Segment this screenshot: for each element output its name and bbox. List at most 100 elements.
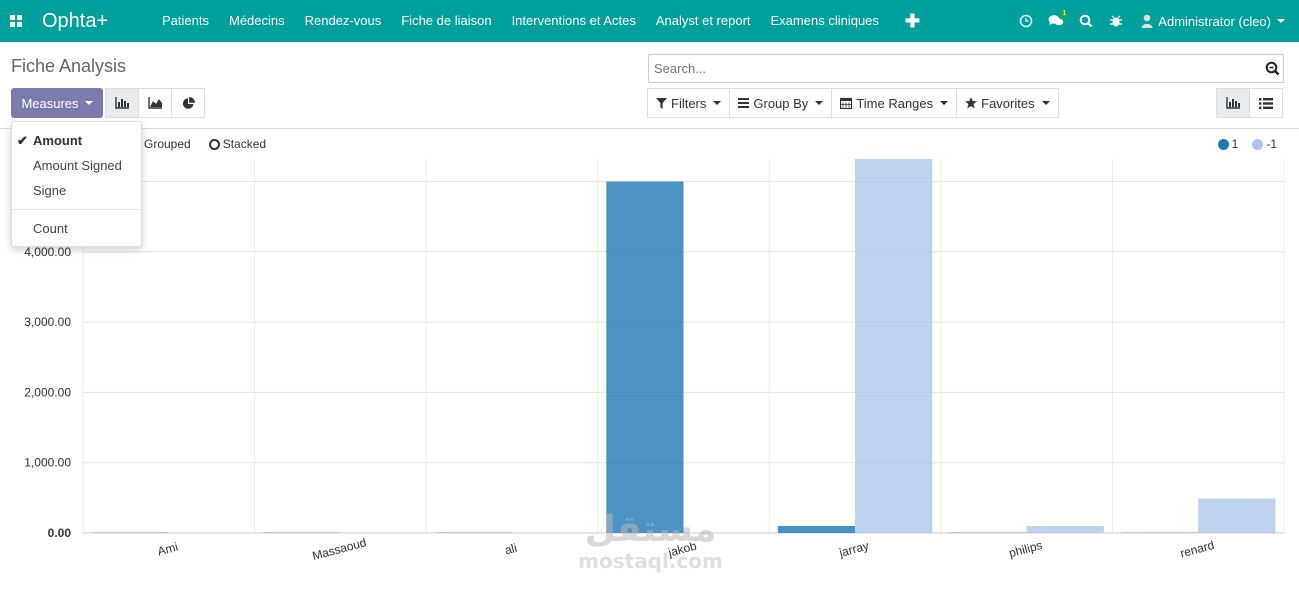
brand-name[interactable]: Ophta+ — [42, 10, 152, 33]
line-chart-mode-button[interactable] — [138, 88, 172, 118]
area-chart-icon — [147, 97, 162, 109]
user-name: Administrator (cleo) — [1158, 13, 1271, 29]
chat-icon[interactable]: 1 — [1041, 0, 1071, 42]
measure-label: Count — [33, 221, 68, 236]
user-caret-icon — [1277, 19, 1285, 23]
clock-icon[interactable] — [1011, 0, 1041, 42]
legend-label: -1 — [1266, 137, 1277, 151]
pie-chart-mode-button[interactable] — [171, 88, 205, 118]
chart-mode-group — [105, 88, 205, 118]
x-tick-label: renard — [1179, 538, 1216, 561]
x-tick-label: Massaoud — [311, 535, 368, 563]
measure-label: Signe — [33, 183, 67, 198]
page-title: Fiche Analysis — [11, 56, 127, 76]
stacked-label: Stacked — [222, 137, 267, 151]
caret-down-icon — [84, 101, 93, 105]
filter-icon — [656, 97, 667, 109]
stacked-option[interactable]: Stacked — [208, 137, 267, 151]
menu-item-interventions[interactable]: Interventions et Actes — [502, 0, 646, 42]
measure-label: Amount Signed — [33, 158, 122, 173]
menu-item-rendez-vous[interactable]: Rendez-vous — [295, 0, 392, 42]
measure-item-signe[interactable]: Signe — [12, 178, 141, 203]
check-icon: ✔ — [17, 133, 28, 148]
stacked-radio[interactable] — [208, 138, 220, 150]
graph-view: 0.00 1,000.00 2,000.00 3,000.00 4,000.00 Ami M… — [0, 130, 1299, 602]
measures-label: Measures — [21, 95, 79, 111]
search-icon[interactable] — [1261, 58, 1283, 80]
y-tick-label: 2,000.00 — [24, 385, 71, 399]
measures-button[interactable]: Measures — [11, 88, 103, 118]
search-box — [648, 54, 1284, 83]
systray: 1 Administrator (cleo) — [1011, 0, 1285, 42]
legend-dot — [1252, 138, 1264, 150]
bars-icon — [738, 98, 750, 108]
legend-label: 1 — [1231, 137, 1239, 151]
search-options-group: Filters Group By Time Ranges Favorites — [647, 88, 1059, 118]
grouped-label: Grouped — [144, 137, 191, 151]
filters-label: Filters — [671, 95, 707, 111]
bar--1-renard — [1198, 498, 1276, 533]
calendar-icon — [840, 97, 853, 109]
list-icon — [1259, 97, 1273, 109]
main-menu: Patients Médecins Rendez-vous Fiche de l… — [152, 0, 936, 42]
bar--1-philips — [1026, 525, 1104, 533]
bar-1-jakob — [606, 181, 684, 533]
bar-chart-mode-button[interactable] — [105, 88, 139, 118]
menu-item-fiche-de-liaison[interactable]: Fiche de liaison — [391, 0, 501, 42]
graph-view-button[interactable] — [1216, 88, 1250, 118]
top-navbar: Ophta+ Patients Médecins Rendez-vous Fic… — [0, 0, 1299, 42]
measure-item-amount[interactable]: ✔ Amount — [12, 128, 141, 153]
x-tick-label: jarray — [837, 538, 871, 560]
caret-down-icon — [940, 101, 949, 105]
search-icon[interactable] — [1071, 0, 1101, 42]
measures-dropdown: ✔ Amount Amount Signed Signe Count — [11, 121, 142, 247]
stack-options: Grouped Stacked — [130, 137, 284, 151]
x-tick-label: ali — [503, 541, 518, 558]
time-ranges-label: Time Ranges — [856, 95, 934, 111]
apps-menu-icon[interactable] — [0, 0, 24, 42]
menu-item-analyst-report[interactable]: Analyst et report — [646, 0, 761, 42]
bar-chart-icon — [114, 97, 129, 109]
legend-dot — [1217, 138, 1229, 150]
favorites-button[interactable]: Favorites — [956, 88, 1059, 118]
bar--1-jarray — [855, 159, 933, 533]
filters-button[interactable]: Filters — [647, 88, 731, 118]
user-icon — [1141, 14, 1153, 28]
caret-down-icon — [1041, 101, 1050, 105]
menu-item-examens-cliniques[interactable]: Examens cliniques — [761, 0, 889, 42]
measure-item-amount-signed[interactable]: Amount Signed — [12, 153, 141, 178]
bar-chart: 0.001,000.002,000.003,000.004,000.00Ami M… — [24, 159, 1285, 563]
measure-label: Amount — [33, 133, 83, 148]
user-menu[interactable]: Administrator (cleo) — [1141, 14, 1285, 29]
group-by-button[interactable]: Group By — [729, 88, 833, 118]
caret-down-icon — [713, 101, 722, 105]
measure-item-count[interactable]: Count — [12, 216, 141, 241]
star-icon — [965, 97, 978, 109]
plus-menu-icon[interactable]: ✚ — [889, 0, 936, 42]
x-tick-label: philips — [1007, 538, 1043, 560]
menu-item-patients[interactable]: Patients — [152, 0, 219, 42]
legend-item-series-minus1[interactable]: -1 — [1252, 137, 1277, 151]
x-tick-label: jakob — [666, 539, 699, 560]
list-view-button[interactable] — [1249, 88, 1283, 118]
legend-item-series-1[interactable]: 1 — [1217, 137, 1239, 151]
chat-badge: 1 — [1060, 10, 1069, 18]
favorites-label: Favorites — [981, 95, 1035, 111]
menu-item-medecins[interactable]: Médecins — [219, 0, 295, 42]
dropdown-divider — [12, 209, 141, 210]
y-tick-label: 0.00 — [48, 526, 72, 540]
time-ranges-button[interactable]: Time Ranges — [831, 88, 958, 118]
caret-down-icon — [815, 101, 824, 105]
chart-legend: 1 -1 — [1204, 137, 1277, 151]
pie-chart-icon — [182, 96, 195, 109]
y-tick-label: 1,000.00 — [24, 456, 71, 470]
group-by-label: Group By — [753, 95, 809, 111]
bug-icon[interactable] — [1101, 0, 1131, 42]
bar-chart-icon — [1225, 97, 1240, 109]
y-tick-label: 3,000.00 — [24, 315, 71, 329]
bar-1-jarray — [777, 525, 856, 533]
view-switcher — [1216, 88, 1283, 118]
search-input[interactable] — [649, 56, 1261, 81]
x-tick-label: Ami — [156, 540, 180, 559]
control-panel: Fiche Analysis Measures Filters Group By — [0, 42, 1299, 129]
